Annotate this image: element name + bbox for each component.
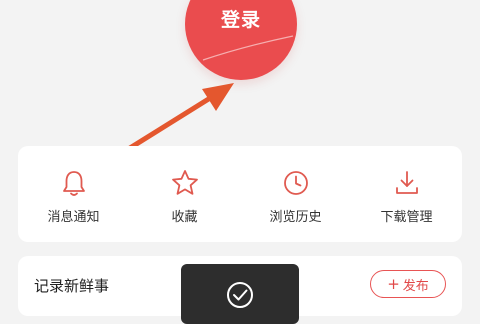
toast bbox=[181, 264, 299, 324]
menu-item-label: 浏览历史 bbox=[269, 210, 322, 225]
menu-item-downloads[interactable]: 下载管理 bbox=[351, 146, 462, 242]
publish-label: 发布 bbox=[402, 278, 429, 294]
quick-menu-panel: 消息通知 收藏 浏览历史 下载管理 bbox=[18, 146, 462, 242]
menu-item-label: 下载管理 bbox=[380, 210, 433, 225]
menu-item-favorites[interactable]: 收藏 bbox=[129, 146, 240, 242]
menu-item-history[interactable]: 浏览历史 bbox=[240, 146, 351, 242]
menu-item-label: 收藏 bbox=[171, 210, 198, 225]
star-icon bbox=[171, 170, 198, 195]
clock-icon bbox=[283, 171, 308, 195]
menu-item-label: 消息通知 bbox=[47, 210, 100, 225]
plus-icon: + bbox=[387, 274, 400, 293]
menu-item-notifications[interactable]: 消息通知 bbox=[18, 146, 129, 242]
bell-icon bbox=[62, 171, 85, 196]
download-icon bbox=[395, 171, 418, 194]
post-card-title: 记录新鲜事 bbox=[34, 277, 110, 295]
check-circle-icon bbox=[227, 282, 253, 308]
login-button[interactable]: 登录 bbox=[185, 0, 297, 80]
login-label: 登录 bbox=[220, 8, 261, 31]
publish-button[interactable]: + 发布 bbox=[370, 270, 446, 298]
